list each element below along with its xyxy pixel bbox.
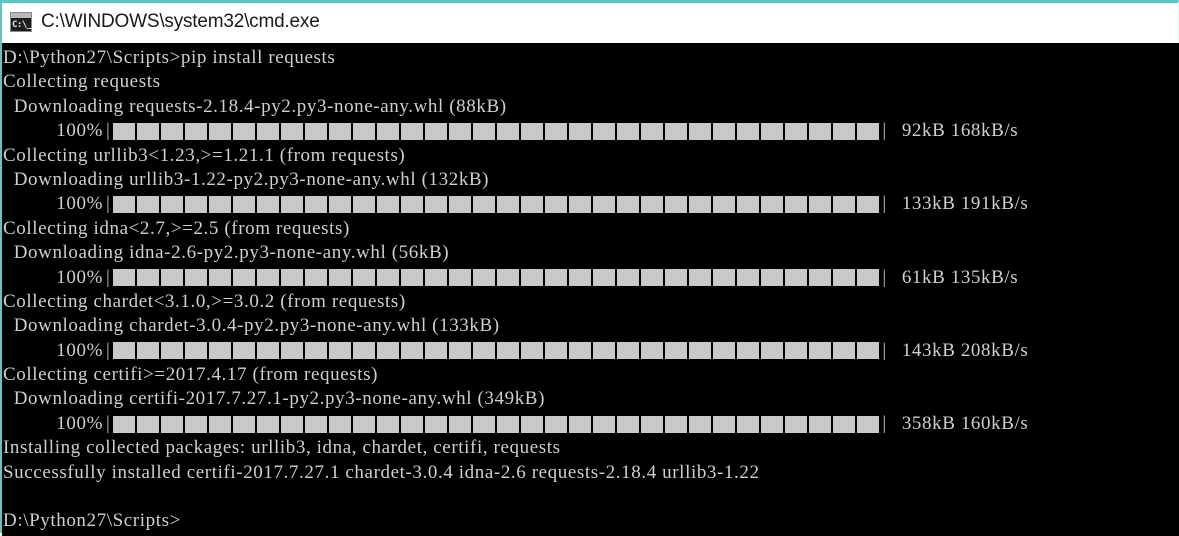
console-line: Downloading chardet-3.0.4-py2.py3-none-a… bbox=[3, 315, 500, 337]
progress-bar-fill bbox=[113, 196, 880, 214]
progress-percent: 100% bbox=[56, 193, 103, 215]
download-size-and-speed: 143kB 208kB/s bbox=[901, 339, 1029, 361]
cmd-icon: C:\_ bbox=[10, 11, 32, 32]
progress-bar-fill bbox=[113, 415, 880, 433]
console-output[interactable]: D:\Python27\Scripts>pip install requests… bbox=[2, 43, 1179, 536]
download-progress-line: 100% | | 92kB 168kB/s bbox=[2, 119, 1179, 143]
console-line: D:\Python27\Scripts>pip install requests bbox=[3, 47, 336, 68]
console-line: D:\Python27\Scripts> bbox=[3, 510, 181, 532]
progress-bar-left-delimiter: | bbox=[106, 266, 111, 288]
progress-bar-right-delimiter: | bbox=[882, 339, 887, 361]
progress-bar-right-delimiter: | bbox=[882, 412, 887, 434]
console-line: Downloading urllib3-1.22-py2.py3-none-an… bbox=[3, 168, 490, 190]
console-line: Successfully installed certifi-2017.7.27… bbox=[3, 461, 760, 483]
progress-bar-left-delimiter: | bbox=[106, 412, 111, 434]
title-bar[interactable]: C:\_ C:\WINDOWS\system32\cmd.exe bbox=[2, 3, 1178, 40]
download-progress-line: 100% | | 61kB 135kB/s bbox=[2, 266, 1179, 290]
progress-bar-left-delimiter: | bbox=[106, 193, 111, 215]
window-title: C:\WINDOWS\system32\cmd.exe bbox=[41, 10, 320, 32]
progress-bar-left-delimiter: | bbox=[106, 339, 111, 361]
progress-percent: 100% bbox=[56, 120, 103, 142]
download-size-and-speed: 358kB 160kB/s bbox=[901, 412, 1029, 434]
download-progress-line: 100% | | 143kB 208kB/s bbox=[2, 339, 1179, 363]
console-line: Downloading certifi-2017.7.27.1-py2.py3-… bbox=[3, 388, 546, 410]
download-size-and-speed: 92kB 168kB/s bbox=[901, 120, 1019, 142]
download-progress-line: 100% | | 133kB 191kB/s bbox=[2, 192, 1179, 216]
download-size-and-speed: 133kB 191kB/s bbox=[901, 193, 1029, 215]
console-line: Collecting idna<2.7,>=2.5 (from requests… bbox=[3, 217, 350, 239]
console-line: Downloading idna-2.6-py2.py3-none-any.wh… bbox=[3, 242, 450, 264]
console-line: Downloading requests-2.18.4-py2.py3-none… bbox=[3, 95, 507, 117]
progress-percent: 100% bbox=[56, 412, 103, 434]
console-line: Collecting certifi>=2017.4.17 (from requ… bbox=[3, 364, 379, 386]
console-line: Installing collected packages: urllib3, … bbox=[3, 437, 561, 459]
progress-bar-right-delimiter: | bbox=[882, 266, 887, 288]
console-line: Collecting requests bbox=[3, 71, 161, 93]
cmd-icon-glyph: C:\_ bbox=[12, 19, 32, 30]
progress-bar-left-delimiter: | bbox=[106, 120, 111, 142]
download-size-and-speed: 61kB 135kB/s bbox=[901, 266, 1019, 288]
progress-bar-fill bbox=[113, 269, 880, 287]
progress-bar-right-delimiter: | bbox=[882, 193, 887, 215]
progress-bar-fill bbox=[113, 342, 880, 360]
download-progress-line: 100% | | 358kB 160kB/s bbox=[2, 412, 1179, 436]
cmd-window: C:\_ C:\WINDOWS\system32\cmd.exe D:\Pyth… bbox=[0, 0, 1179, 536]
progress-bar-right-delimiter: | bbox=[882, 120, 887, 142]
console-line: Collecting chardet<3.1.0,>=3.0.2 (from r… bbox=[3, 290, 406, 312]
progress-percent: 100% bbox=[56, 266, 103, 288]
progress-bar-fill bbox=[113, 122, 880, 140]
console-line: Collecting urllib3<1.23,>=1.21.1 (from r… bbox=[3, 144, 406, 166]
progress-percent: 100% bbox=[56, 339, 103, 361]
